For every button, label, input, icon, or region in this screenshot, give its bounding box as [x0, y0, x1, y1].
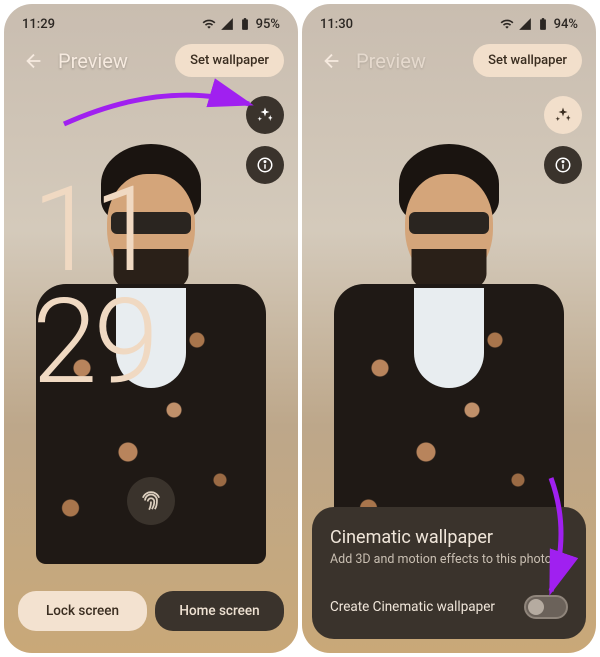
effects-button[interactable]	[246, 96, 284, 134]
header: Preview Set wallpaper	[302, 44, 596, 77]
cinematic-sheet: Cinematic wallpaper Add 3D and motion ef…	[312, 507, 586, 639]
wifi-icon	[202, 17, 216, 31]
arrow-left-icon	[321, 50, 343, 72]
status-battery: 95%	[256, 17, 280, 32]
header: Preview Set wallpaper	[4, 44, 298, 77]
float-icons	[544, 96, 582, 184]
info-icon	[554, 156, 572, 174]
clock-hour: 11	[32, 174, 155, 286]
back-button[interactable]	[316, 45, 348, 77]
page-title: Preview	[58, 49, 175, 73]
annotation-arrow-left	[54, 69, 274, 139]
lock-clock: 11 29	[32, 174, 155, 398]
sparkle-icon	[554, 106, 572, 124]
sheet-title: Cinematic wallpaper	[330, 527, 568, 548]
status-bar: 11:30 94%	[302, 12, 596, 36]
info-button[interactable]	[246, 146, 284, 184]
wifi-icon	[500, 17, 514, 31]
status-battery: 94%	[554, 17, 578, 32]
set-wallpaper-button[interactable]: Set wallpaper	[473, 44, 582, 77]
wallpaper-figure	[329, 104, 569, 544]
info-button[interactable]	[544, 146, 582, 184]
phone-right: 11:30 94% Preview Set wallpaper Cinemati…	[302, 4, 596, 653]
signal-icon	[220, 17, 234, 31]
arrow-left-icon	[23, 50, 45, 72]
info-icon	[256, 156, 274, 174]
phone-left: 11:29 95% Preview Set wallpaper 11 29 Lo…	[4, 4, 298, 653]
effects-button[interactable]	[544, 96, 582, 134]
set-wallpaper-button[interactable]: Set wallpaper	[175, 44, 284, 77]
cinematic-toggle[interactable]	[524, 595, 568, 619]
battery-icon	[238, 17, 252, 31]
page-title: Preview	[356, 49, 473, 73]
status-time: 11:29	[22, 17, 55, 32]
toggle-label: Create Cinematic wallpaper	[330, 599, 495, 615]
status-time: 11:30	[320, 17, 353, 32]
tab-home-screen[interactable]: Home screen	[155, 591, 284, 631]
tab-lock-screen[interactable]: Lock screen	[18, 591, 147, 631]
signal-icon	[518, 17, 532, 31]
float-icons	[246, 96, 284, 184]
status-right: 94%	[500, 17, 578, 32]
sheet-subtitle: Add 3D and motion effects to this photo	[330, 552, 568, 567]
fingerprint-button[interactable]	[127, 477, 175, 525]
fingerprint-icon	[138, 488, 164, 514]
back-button[interactable]	[18, 45, 50, 77]
sheet-row: Create Cinematic wallpaper	[330, 595, 568, 619]
preview-tabs: Lock screen Home screen	[18, 591, 284, 631]
toggle-knob	[528, 599, 544, 615]
status-right: 95%	[202, 17, 280, 32]
clock-min: 29	[32, 286, 155, 398]
battery-icon	[536, 17, 550, 31]
status-bar: 11:29 95%	[4, 12, 298, 36]
sparkle-icon	[256, 106, 274, 124]
